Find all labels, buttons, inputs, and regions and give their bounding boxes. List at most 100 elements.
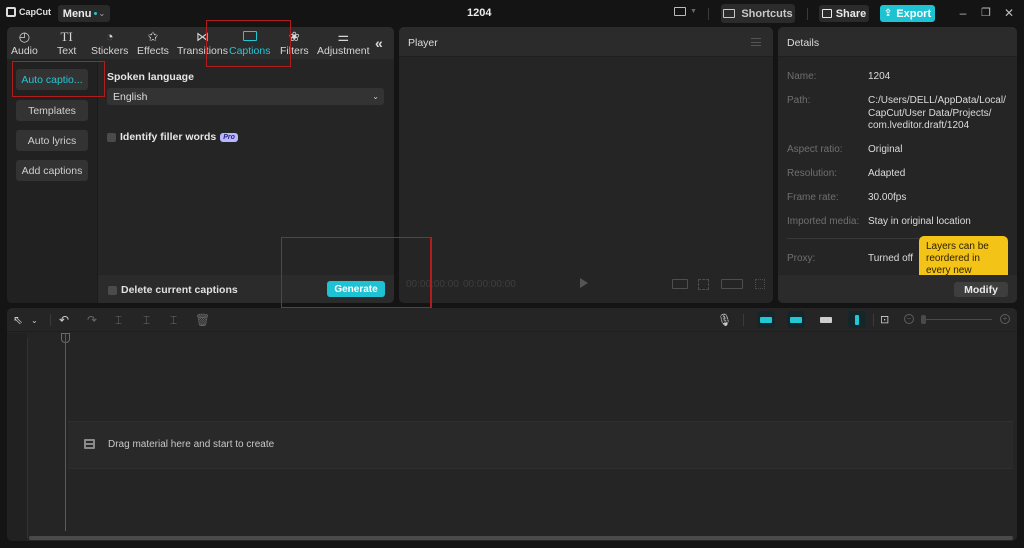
microphone-icon[interactable]: 🎙 [717, 313, 732, 327]
screenshot-icon[interactable] [698, 279, 709, 290]
minimize-icon[interactable]: – [956, 6, 970, 20]
split-icon[interactable]: ⌶ [115, 313, 122, 327]
audio-icon: ◴ [18, 29, 31, 44]
current-time: 00:00:00:00 [406, 279, 459, 290]
zoom-slider-thumb[interactable] [921, 315, 926, 324]
detail-value: Stay in original location [868, 216, 971, 227]
sidebar-item-auto-captions[interactable]: Auto captio... [16, 69, 88, 90]
delete-icon[interactable]: 🗑 [195, 313, 210, 327]
player-panel: Player 00:00:00:00 00:00:00:00 [399, 27, 773, 303]
tab-filters[interactable]: ❀ Filters [280, 29, 309, 57]
detail-value: 1204 [868, 71, 891, 82]
zoom-slider-track[interactable] [926, 319, 992, 320]
menu-icon[interactable] [751, 38, 761, 46]
adjustment-icon: ⚌ [337, 29, 350, 44]
notification-dot [93, 12, 97, 15]
chevron-down-icon: ⌄ [372, 92, 379, 101]
chevron-down-icon: ⌄ [98, 9, 106, 18]
captions-icon [242, 29, 257, 44]
sidebar-item-auto-lyrics[interactable]: Auto lyrics [16, 130, 88, 151]
divider [50, 314, 51, 326]
captions-sidebar: Auto captio... Templates Auto lyrics Add… [7, 59, 98, 303]
spoken-language-label: Spoken language [107, 71, 194, 83]
auto-snap-toggle[interactable] [787, 311, 805, 328]
close-icon[interactable]: ✕ [1002, 6, 1016, 20]
share-button[interactable]: Share [819, 5, 869, 22]
split-left-icon[interactable]: ⌶ [143, 313, 150, 327]
filler-words-checkbox[interactable] [107, 132, 116, 142]
details-title: Details [787, 37, 820, 49]
layout-button[interactable]: ▼ [674, 7, 697, 16]
detail-label: Proxy: [787, 253, 816, 264]
filler-words-label: Identify filler words [120, 131, 217, 143]
main-track-magnet-toggle[interactable] [757, 311, 775, 328]
horizontal-scrollbar[interactable] [29, 536, 1013, 540]
sidebar-item-add-captions[interactable]: Add captions [16, 160, 88, 181]
generate-button[interactable]: Generate [327, 281, 385, 297]
undo-icon[interactable]: ↶ [59, 313, 69, 327]
keyboard-icon [723, 9, 736, 18]
text-icon: TI [60, 29, 73, 44]
menu-button[interactable]: Menu ⌄ [58, 5, 110, 22]
export-button[interactable]: ⇪ Export [880, 5, 935, 22]
title-bar: CapCut Menu ⌄ 1204 ▼ Shortcuts Share ⇪ E… [0, 0, 1024, 27]
delete-captions-option[interactable]: Delete current captions [108, 284, 238, 296]
media-panel: ◴ Audio TI Text ◔ Stickers ✩ Effects ⋈ T… [7, 27, 394, 303]
split-right-icon[interactable]: ⌶ [170, 313, 177, 327]
select-tool-icon[interactable]: ⇖ [13, 313, 23, 327]
shortcuts-button[interactable]: Shortcuts [721, 4, 795, 23]
tab-effects[interactable]: ✩ Effects [137, 29, 169, 57]
player-title: Player [408, 37, 438, 49]
identify-filler-words-option[interactable]: Identify filler words Pro [107, 131, 238, 143]
zoom-out-icon[interactable]: − [904, 314, 914, 324]
export-label: Export [896, 7, 932, 20]
linkage-toggle[interactable] [817, 311, 835, 328]
menu-label: Menu [62, 7, 92, 20]
fullscreen-icon[interactable] [755, 279, 765, 289]
tab-label: Filters [280, 45, 309, 57]
chevron-down-icon[interactable]: ⌄ [31, 314, 38, 328]
redo-icon[interactable]: ↷ [87, 313, 97, 327]
detail-label: Aspect ratio: [787, 144, 843, 155]
aspect-ratio-icon[interactable] [672, 279, 688, 289]
tab-label: Adjustment [317, 45, 370, 57]
project-title: 1204 [467, 7, 492, 19]
tab-adjustment[interactable]: ⚌ Adjustment [317, 29, 370, 57]
preview-axis-toggle[interactable] [848, 311, 866, 328]
collapse-icon[interactable]: « [375, 35, 383, 51]
tab-transitions[interactable]: ⋈ Transitions [177, 29, 228, 57]
divider [873, 314, 874, 326]
detail-label: Path: [787, 95, 811, 106]
play-icon[interactable] [580, 278, 588, 288]
tab-label: Captions [229, 45, 271, 57]
timeline-panel: ⇖ ⌄ ↶ ↷ ⌶ ⌶ ⌶ 🗑 🎙 ⊡ − + Drag material he… [7, 308, 1017, 541]
playhead[interactable] [65, 333, 66, 531]
detail-value: Original [868, 144, 903, 155]
tab-audio[interactable]: ◴ Audio [11, 29, 38, 57]
tab-stickers[interactable]: ◔ Stickers [91, 29, 128, 57]
tab-text[interactable]: TI Text [57, 29, 76, 57]
spoken-language-select[interactable]: English ⌄ [107, 88, 384, 105]
ratio-icon[interactable] [721, 279, 743, 289]
delete-captions-checkbox[interactable] [108, 285, 117, 295]
sidebar-item-templates[interactable]: Templates [16, 100, 88, 121]
tab-bar: ◴ Audio TI Text ◔ Stickers ✩ Effects ⋈ T… [7, 27, 394, 59]
detail-value: Adapted [868, 168, 906, 179]
details-panel: Details Name: 1204 Path: C:/Users/DELL/A… [778, 27, 1017, 303]
drop-hint: Drag material here and start to create [108, 439, 275, 450]
detail-value: 30.00fps [868, 192, 907, 203]
tab-captions[interactable]: Captions [229, 29, 270, 57]
zoom-fit-icon[interactable]: ⊡ [880, 313, 889, 327]
spoken-language-value: English [113, 90, 148, 103]
restore-icon[interactable]: ❐ [979, 6, 993, 19]
snap-icon [790, 316, 802, 323]
zoom-in-icon[interactable]: + [1000, 314, 1010, 324]
tab-label: Text [57, 45, 77, 57]
tab-label: Audio [11, 45, 38, 57]
timeline-toolbar: ⇖ ⌄ ↶ ↷ ⌶ ⌶ ⌶ 🗑 🎙 ⊡ − + [7, 308, 1017, 332]
effects-icon: ✩ [147, 29, 159, 44]
modify-button[interactable]: Modify [954, 282, 1008, 297]
main-track-drop-zone[interactable]: Drag material here and start to create [68, 421, 1013, 469]
player-controls: 00:00:00:00 00:00:00:00 [399, 272, 773, 296]
transitions-icon: ⋈ [195, 29, 209, 44]
